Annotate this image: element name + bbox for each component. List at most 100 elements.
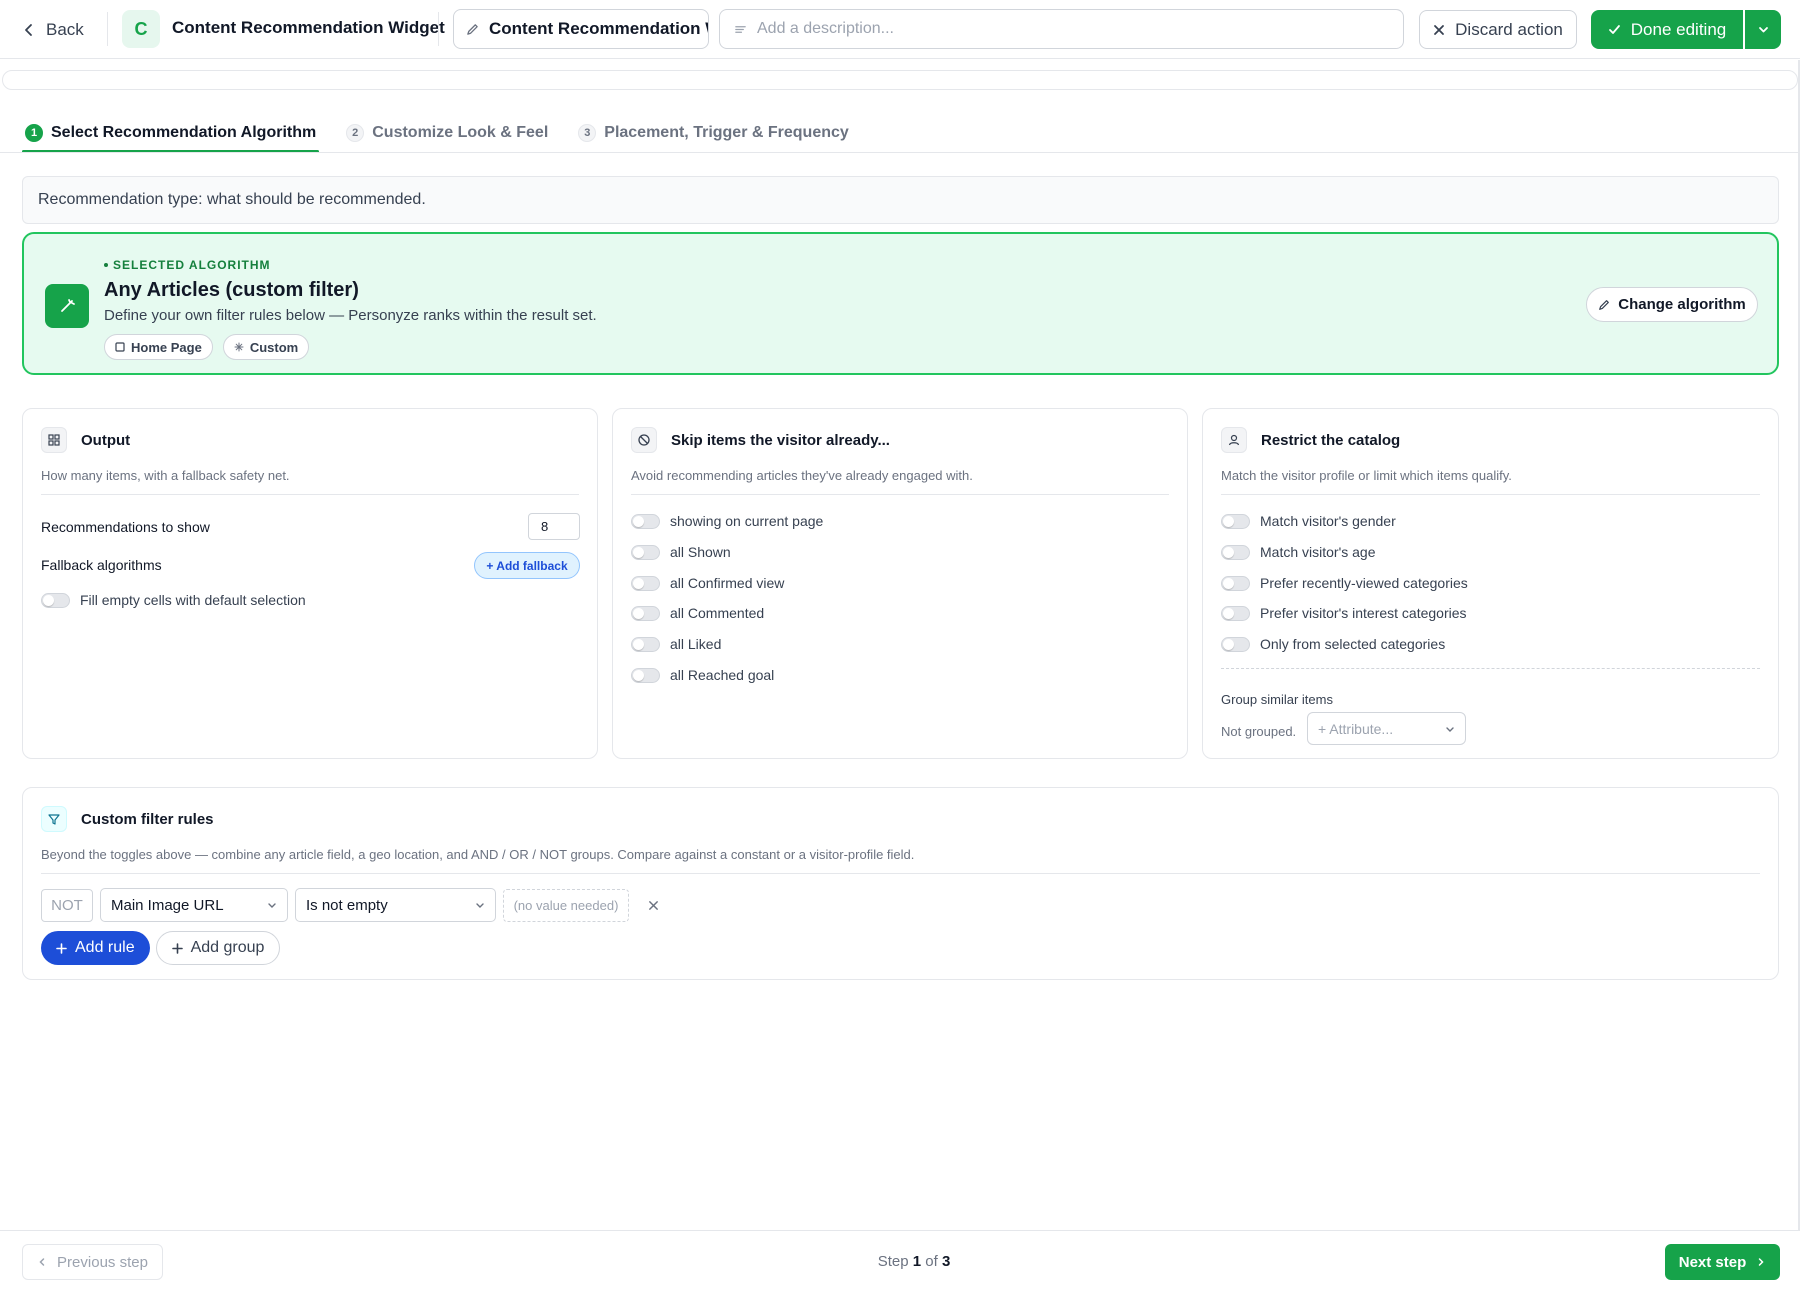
chevron-down-icon [268,903,276,908]
restrict-toggle-row[interactable]: Only from selected categories [1221,636,1445,652]
field-select[interactable]: Main Image URL [100,888,288,922]
done-menu-button[interactable] [1745,10,1781,49]
skip-toggle[interactable] [631,667,660,683]
fallback-algorithms-label: Fallback algorithms [41,557,162,573]
value-input[interactable]: (no value needed) [503,888,629,922]
restrict-toggle-row[interactable]: Match visitor's age [1221,544,1376,560]
step-label: Customize Look & Feel [372,123,549,141]
wand-icon [45,284,89,328]
restrict-toggle-row[interactable]: Prefer visitor's interest categories [1221,605,1467,621]
panel-title: Restrict the catalog [1261,431,1401,449]
fill-empty-toggle[interactable] [41,592,70,608]
kicker-label: SELECTED ALGORITHM [113,258,271,272]
tab-step-1[interactable]: 1 Select Recommendation Algorithm [22,112,320,153]
back-label: Back [46,20,84,39]
name-field[interactable]: Content Recommendation W [453,9,709,49]
skip-items-panel: Skip items the visitor already... Avoid … [612,408,1188,759]
group-similar-label: Group similar items [1221,692,1333,707]
dot-icon [104,263,108,267]
algorithm-kicker: SELECTED ALGORITHM [104,258,271,272]
skip-toggle[interactable] [631,575,660,591]
fill-empty-toggle-row[interactable]: Fill empty cells with default selection [41,592,306,608]
panel-subtitle: Match the visitor profile or limit which… [1221,468,1512,483]
discard-action-button[interactable]: Discard action [1419,10,1577,49]
divider [438,12,439,46]
chevron-right-icon [1759,1258,1764,1266]
panel-header: Output [41,427,130,453]
skip-toggle[interactable] [631,605,660,621]
name-value: Content Recommendation W [489,19,709,38]
add-fallback-button[interactable]: + Add fallback [474,552,580,579]
rule-actions: Add rule Add group [41,931,281,965]
toggle-label: Only from selected categories [1260,636,1446,652]
chevron-down-icon [476,903,484,908]
tab-step-2[interactable]: 2 Customize Look & Feel [343,112,551,153]
algorithm-subtitle: Define your own filter rules below — Per… [104,307,597,324]
divider [41,873,1760,874]
restrict-toggle[interactable] [1221,513,1250,529]
step-label: Select Recommendation Algorithm [51,123,317,141]
group-status: Not grouped. [1221,724,1297,739]
restrict-toggle[interactable] [1221,605,1250,621]
done-editing-button[interactable]: Done editing [1591,10,1743,49]
filter-icon [41,806,67,832]
toggle-label: all Confirmed view [670,575,785,591]
field-value: Main Image URL [111,896,224,914]
panel-subtitle: Beyond the toggles above — combine any a… [41,847,915,862]
restrict-toggle-row[interactable]: Prefer recently-viewed categories [1221,575,1468,591]
output-panel: Output How many items, with a fallback s… [22,408,598,759]
check-icon [1608,25,1620,34]
restrict-toggle[interactable] [1221,575,1250,591]
restrict-toggle-row[interactable]: Match visitor's gender [1221,513,1396,529]
tab-step-3[interactable]: 3 Placement, Trigger & Frequency [575,112,852,153]
page-icon [115,342,125,352]
add-group-button[interactable]: Add group [155,931,281,965]
done-label: Done editing [1630,19,1727,39]
recommendations-count-input[interactable]: 8 [528,513,580,540]
filter-rule-row: NOT Main Image URL Is not empty (no valu… [41,888,662,922]
close-icon [1434,24,1445,35]
skip-toggle-row[interactable]: all Confirmed view [631,575,784,591]
pencil-icon [467,23,478,35]
plus-icon [171,942,183,954]
skip-toggle-row[interactable]: showing on current page [631,513,823,529]
not-toggle[interactable]: NOT [41,888,93,922]
skip-toggle-row[interactable]: all Shown [631,544,731,560]
description-placeholder: Add a description... [757,20,894,37]
add-rule-button[interactable]: Add rule [41,931,150,965]
operator-select[interactable]: Is not empty [295,888,496,922]
step-number: 3 [578,123,597,142]
plus-icon [56,942,67,954]
step-prefix: Step [877,1253,909,1270]
toggle-label: all Shown [670,544,731,560]
remove-rule-button[interactable] [644,896,662,914]
skip-toggle-row[interactable]: all Commented [631,605,764,621]
skip-toggle-row[interactable]: all Reached goal [631,667,774,683]
description-field[interactable]: Add a description... [719,9,1404,49]
restrict-catalog-panel: Restrict the catalog Match the visitor p… [1202,408,1779,759]
next-step-button[interactable]: Next step [1665,1244,1780,1280]
tag-home-page: Home Page [104,334,213,360]
restrict-toggle[interactable] [1221,636,1250,652]
wizard-footer: Previous step Step 1 of 3 Next step [0,1230,1800,1293]
skip-toggle[interactable] [631,636,660,652]
tag-label: Custom [249,339,299,355]
page-title: Content Recommendation Widget [172,18,445,37]
change-algorithm-button[interactable]: Change algorithm [1586,287,1758,322]
back-button[interactable]: Back [22,16,84,44]
widget-avatar: C [122,10,160,48]
toggle-label: Fill empty cells with default selection [80,592,306,608]
skip-toggle[interactable] [631,544,660,560]
discard-label: Discard action [1455,19,1563,39]
divider [41,494,579,495]
toggle-label: showing on current page [670,513,824,529]
toggle-label: all Liked [670,636,722,652]
close-icon [648,900,658,910]
panel-title: Output [81,431,131,449]
divider [1221,668,1760,669]
restrict-toggle[interactable] [1221,544,1250,560]
skip-toggle[interactable] [631,513,660,529]
sparkle-icon [234,342,244,352]
attribute-select[interactable]: + Attribute... [1307,712,1466,745]
skip-toggle-row[interactable]: all Liked [631,636,721,652]
